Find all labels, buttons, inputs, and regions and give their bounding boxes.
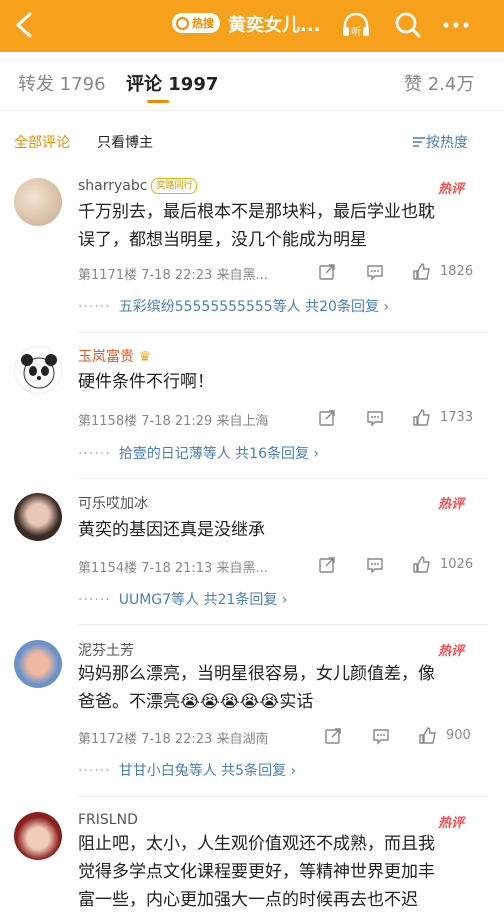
share-icon[interactable]	[318, 409, 336, 427]
sort-label: 按热度	[426, 135, 468, 151]
hot-comment-badge: 热评	[438, 816, 465, 831]
listen-headphones-icon[interactable]: 听	[340, 9, 372, 41]
comment-icon[interactable]	[372, 727, 390, 745]
avatar[interactable]	[14, 346, 62, 394]
reply-summary[interactable]: ······ 拾壹的日记薄等人 共16条回复 ›	[78, 443, 319, 463]
comment-meta: 第1172楼 7-18 22:23 来自湖南	[78, 732, 269, 747]
tab-active-indicator	[147, 100, 169, 103]
tab-likes[interactable]: 赞 2.4万	[404, 70, 474, 96]
comment-text: 硬件条件不行啊！	[78, 372, 214, 392]
sort-by-heat[interactable]: 按热度	[412, 132, 468, 152]
avatar[interactable]	[14, 493, 62, 541]
comment-author[interactable]: 玉岚富贵 ♛	[78, 346, 151, 366]
panda-avatar-icon	[21, 354, 57, 389]
search-icon[interactable]	[392, 9, 424, 41]
comment-text: 妈妈那么漂亮，当明星很容易，女儿颜值差，像 爸爸。不漂亮😭😭😭😭😭实话	[78, 664, 435, 712]
like-icon[interactable]	[418, 726, 438, 746]
reply-summary[interactable]: ······ UUMG7等人 共21条回复 ›	[78, 589, 287, 609]
comment-icon[interactable]	[366, 556, 384, 574]
sort-icon	[413, 137, 425, 147]
comment-author[interactable]: 泥芬土芳	[78, 640, 134, 660]
comment-icon[interactable]	[366, 409, 384, 427]
comment-author[interactable]: FRISLND	[78, 812, 138, 828]
filter-all-comments[interactable]: 全部评论	[14, 132, 70, 152]
divider	[78, 624, 488, 625]
like-count: 900	[446, 728, 471, 743]
filter-author-only[interactable]: 只看博主	[97, 132, 153, 152]
back-arrow-icon[interactable]	[12, 10, 36, 40]
share-icon[interactable]	[318, 263, 336, 281]
avatar[interactable]	[14, 178, 62, 226]
hot-comment-badge: 热评	[438, 644, 465, 659]
page-title: 黄奕女儿...	[228, 15, 321, 36]
comment-meta: 第1171楼 7-18 22:23 来自黑...	[78, 268, 268, 283]
svg-text:听: 听	[351, 26, 361, 38]
like-count: 1826	[440, 264, 474, 279]
hot-search-label: 热搜	[192, 17, 214, 30]
crown-icon: ♛	[138, 349, 152, 365]
comment-text: 阻止吧，太小，人生观价值观还不成熟，而且我 觉得多学点文化课程要更好，等精神世界更…	[78, 834, 435, 910]
comment-author[interactable]: sharryabc 奕路同行	[78, 178, 198, 194]
divider	[78, 478, 488, 479]
reply-summary[interactable]: ······ 五彩缤纷55555555555等人 共20条回复 ›	[78, 296, 389, 316]
comment-text: 黄奕的基因还真是没继承	[78, 520, 265, 540]
share-icon[interactable]	[324, 727, 342, 745]
divider	[78, 796, 488, 797]
hot-comment-badge: 热评	[438, 497, 465, 512]
comment-meta: 第1154楼 7-18 21:13 来自黑...	[78, 561, 268, 576]
like-count: 1026	[440, 557, 474, 572]
like-count: 1733	[440, 410, 474, 425]
hot-comment-badge: 热评	[438, 182, 465, 197]
reply-summary[interactable]: ······ 甘甘小白兔等人 共5条回复 ›	[78, 760, 296, 780]
like-icon[interactable]	[412, 555, 432, 575]
like-icon[interactable]	[412, 262, 432, 282]
hot-search-badge[interactable]: 热搜	[172, 13, 220, 33]
comment-text: 千万别去，最后根本不是那块料，最后学业也耽 误了，都想当明星，没几个能成为明星	[78, 202, 435, 250]
tab-bar: 转发 1796 评论 1997 赞 2.4万	[0, 52, 504, 111]
comment-meta: 第1158楼 7-18 21:29 来自上海	[78, 414, 269, 429]
comment-author[interactable]: 可乐哎加冰	[78, 493, 148, 513]
search-circle-icon	[176, 16, 189, 30]
divider	[78, 332, 488, 333]
avatar[interactable]	[14, 640, 62, 688]
fan-badge: 奕路同行	[151, 178, 198, 194]
tab-comments[interactable]: 评论 1997	[126, 70, 218, 96]
share-icon[interactable]	[318, 556, 336, 574]
top-bar: 热搜 黄奕女儿... 听	[0, 0, 504, 52]
tab-reposts[interactable]: 转发 1796	[18, 70, 106, 96]
avatar[interactable]	[14, 812, 62, 860]
more-icon[interactable]	[440, 9, 472, 41]
comment-icon[interactable]	[366, 263, 384, 281]
like-icon[interactable]	[412, 408, 432, 428]
